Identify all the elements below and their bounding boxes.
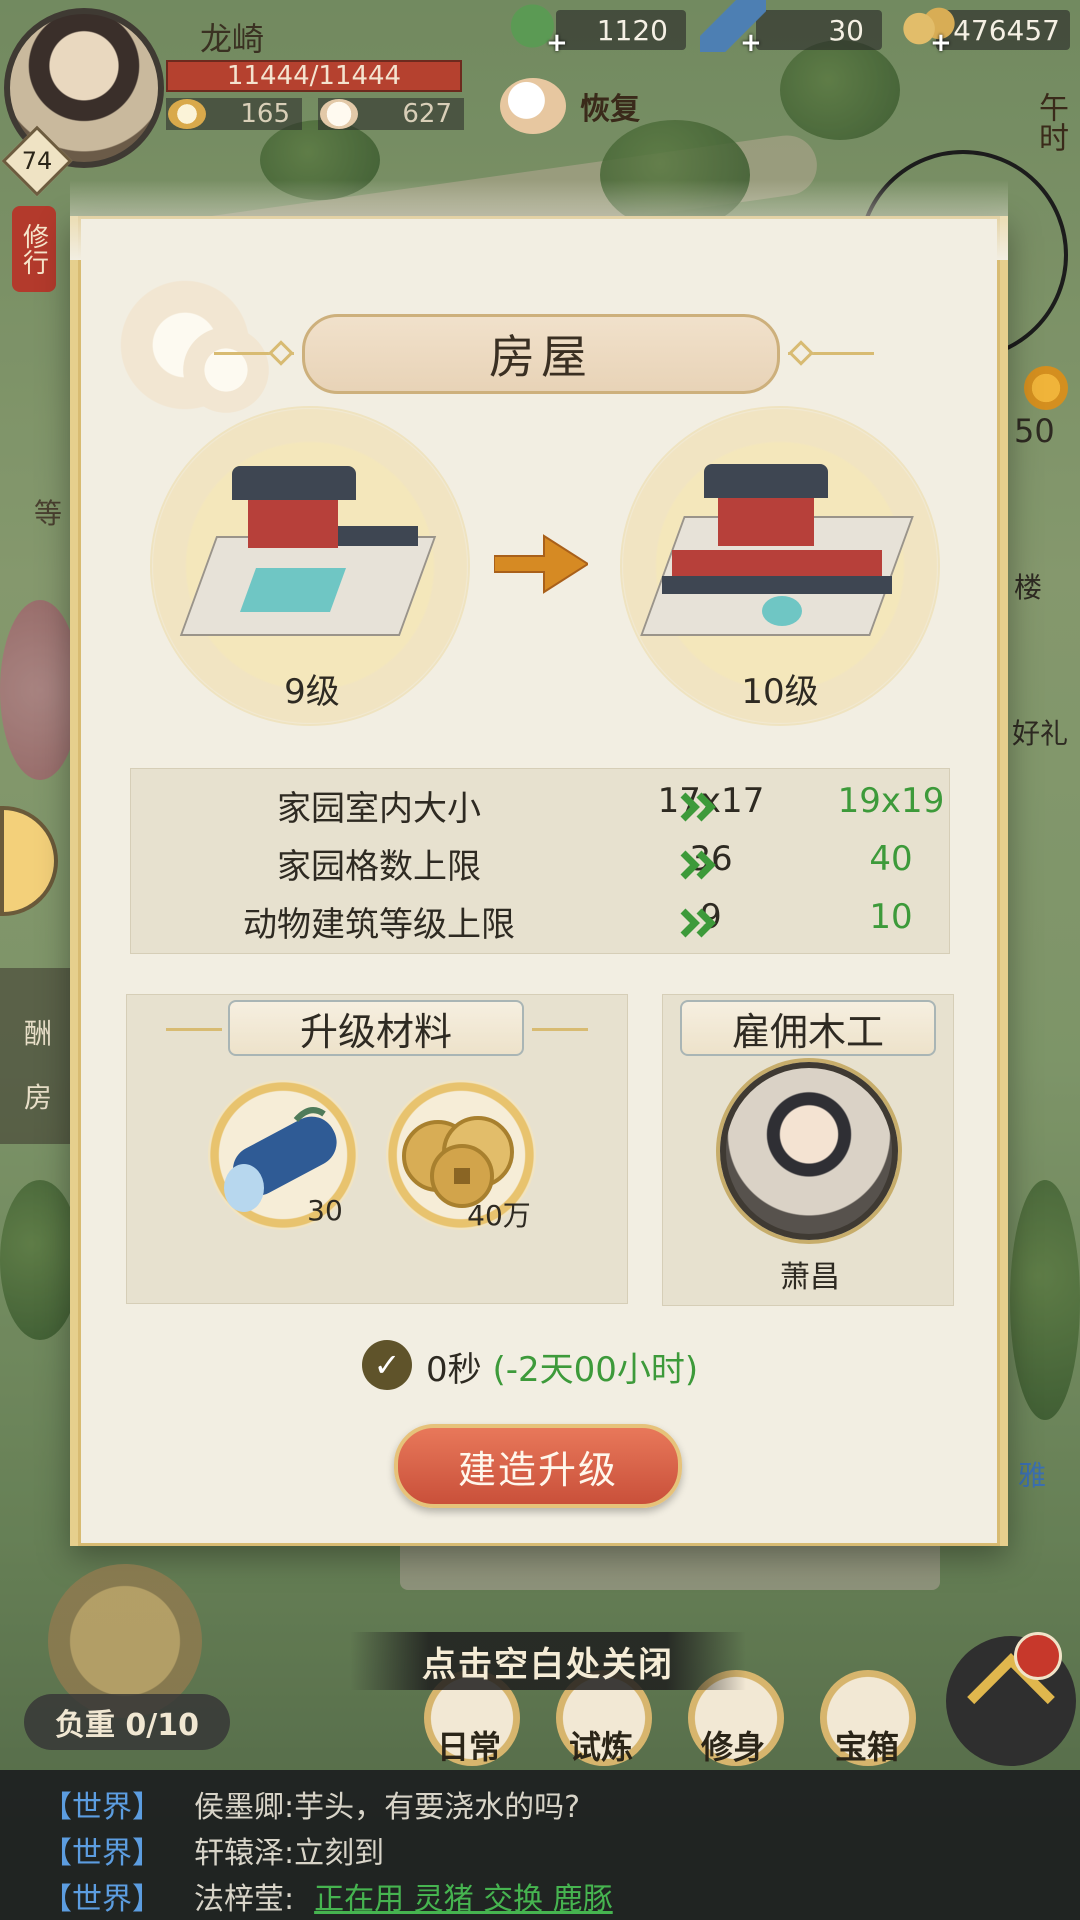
stat-next: 10	[869, 897, 913, 937]
nav-treasure[interactable]: 宝箱	[812, 1722, 922, 1768]
dialog-title: 房屋	[302, 314, 780, 394]
double-chevron-icon	[680, 792, 716, 822]
material-wood-count: 30	[307, 1194, 343, 1227]
time-of-day: 午时	[1033, 92, 1068, 152]
double-chevron-icon	[680, 908, 716, 938]
double-chevron-icon	[680, 850, 716, 880]
right-side-label-1[interactable]: 楼	[1014, 566, 1042, 606]
nav-daily[interactable]: 日常	[414, 1722, 524, 1768]
player-level: 74	[21, 147, 53, 175]
add-wood-plus-icon[interactable]: +	[740, 28, 762, 58]
next-house-image	[640, 456, 914, 656]
add-coins-plus-icon[interactable]: +	[930, 28, 952, 58]
left-side-label-3[interactable]: 等	[0, 486, 62, 536]
load-capacity: 负重 0/10	[24, 1694, 230, 1750]
hp-bar: 11444/11444	[166, 60, 462, 92]
sun-icon	[1024, 366, 1068, 410]
chat-message: 【世界】 法梓莹: 正在用 灵猪 交换 鹿豚	[42, 1874, 613, 1918]
chat-trade-link[interactable]: 正在用 灵猪 交换 鹿豚	[314, 1882, 613, 1917]
nav-cultivation[interactable]: 修身	[678, 1722, 788, 1768]
recover-label: 恢复	[580, 92, 640, 127]
stat-b-value: 627	[402, 99, 452, 129]
coins-value: 476457	[953, 13, 1060, 47]
right-side-label-3[interactable]: 雅	[1018, 1454, 1046, 1494]
chat-channel[interactable]: 【世界】	[42, 1882, 162, 1917]
resource-jade[interactable]: 1120	[556, 10, 686, 50]
house-wall	[718, 490, 814, 546]
right-side-label-2[interactable]: 好礼	[1012, 712, 1068, 752]
chat-text: 芋头，有要浇水的吗?	[294, 1790, 581, 1825]
jade-value: 1120	[596, 13, 668, 47]
build-upgrade-button[interactable]: 建造升级	[394, 1424, 682, 1508]
left-side-panel[interactable]: 酬 房	[0, 968, 70, 1144]
stat-row: 家园格数上限 36 40	[131, 839, 951, 897]
stat-next: 19x19	[837, 781, 945, 821]
upgrade-stats-panel: 家园室内大小 17x17 19x19 家园格数上限 36 40 动物建筑等级上限…	[130, 768, 950, 954]
rice-bowl-icon	[168, 99, 206, 129]
build-time-reduction: (-2天00小时)	[492, 1350, 699, 1390]
add-jade-plus-icon[interactable]: +	[546, 28, 568, 58]
nav-trial[interactable]: 试炼	[546, 1722, 656, 1768]
build-time-value: 0秒	[426, 1350, 482, 1390]
materials-ornament-right	[532, 1028, 588, 1031]
house-wall	[248, 492, 338, 548]
sun-value: 50	[1014, 412, 1055, 450]
stat-name: 家园室内大小	[277, 789, 481, 829]
practice-button[interactable]: 修行	[12, 206, 56, 292]
chat-channel[interactable]: 【世界】	[42, 1836, 162, 1871]
steamed-bun-icon	[500, 78, 566, 134]
wood-value: 30	[828, 13, 864, 47]
stat-name: 动物建筑等级上限	[243, 905, 515, 945]
next-level: 10级	[741, 672, 819, 712]
carpenter-name: 萧昌	[780, 1260, 840, 1295]
chat-user[interactable]: 法梓莹:	[194, 1882, 294, 1917]
blossom-decoration	[176, 320, 276, 420]
courtyard-pool	[239, 568, 347, 612]
dumpling-icon	[320, 99, 358, 129]
carpenter-portrait[interactable]	[720, 1062, 898, 1240]
chat-panel[interactable]: 【世界】 侯墨卿:芋头，有要浇水的吗? 【世界】 轩辕泽:立刻到 【世界】 法梓莹: 正…	[0, 1770, 1080, 1920]
resource-wood[interactable]: 30	[756, 10, 882, 50]
hire-carpenter-title: 雇佣木工	[680, 1000, 936, 1056]
upgrade-arrow-icon	[494, 534, 588, 594]
chat-user[interactable]: 轩辕泽:	[194, 1836, 294, 1871]
chat-message: 【世界】 侯墨卿:芋头，有要浇水的吗?	[42, 1782, 580, 1826]
material-coins-count: 40万	[467, 1199, 531, 1232]
chat-text: 立刻到	[294, 1836, 385, 1871]
left-side-label-1: 酬	[24, 1017, 53, 1050]
copper-coins-icon	[896, 0, 962, 52]
notification-badge-icon	[1014, 1632, 1062, 1680]
hp-text: 11444/11444	[226, 61, 402, 91]
chat-message: 【世界】 轩辕泽:立刻到	[42, 1828, 384, 1872]
tap-to-close-hint: 点击空白处关闭	[350, 1632, 746, 1690]
player-name: 龙崎	[200, 20, 265, 58]
materials-title: 升级材料	[228, 1000, 524, 1056]
stat-next: 40	[869, 839, 913, 879]
stat-name: 家园格数上限	[277, 847, 481, 887]
stat-a-value: 165	[240, 99, 290, 129]
chat-user[interactable]: 侯墨卿:	[194, 1790, 294, 1825]
house-roof	[232, 466, 356, 500]
left-side-label-2: 房	[24, 1081, 53, 1114]
stat-row: 动物建筑等级上限 9 10	[131, 897, 951, 955]
dialog-top-fade	[70, 180, 1008, 260]
recover-button[interactable]: 恢复	[500, 78, 658, 134]
current-house-image	[179, 456, 437, 656]
house-roof	[704, 464, 828, 498]
side-roof	[338, 526, 418, 546]
chat-channel[interactable]: 【世界】	[42, 1790, 162, 1825]
stat-row: 家园室内大小 17x17 19x19	[131, 781, 951, 839]
checkmark-icon[interactable]: ✓	[362, 1340, 412, 1390]
courtyard-fountain	[762, 596, 802, 626]
wall-roof	[662, 576, 892, 594]
materials-ornament-left	[166, 1028, 222, 1031]
current-level: 9级	[284, 672, 340, 712]
build-time-row: 0秒 (-2天00小时)	[426, 1342, 698, 1391]
